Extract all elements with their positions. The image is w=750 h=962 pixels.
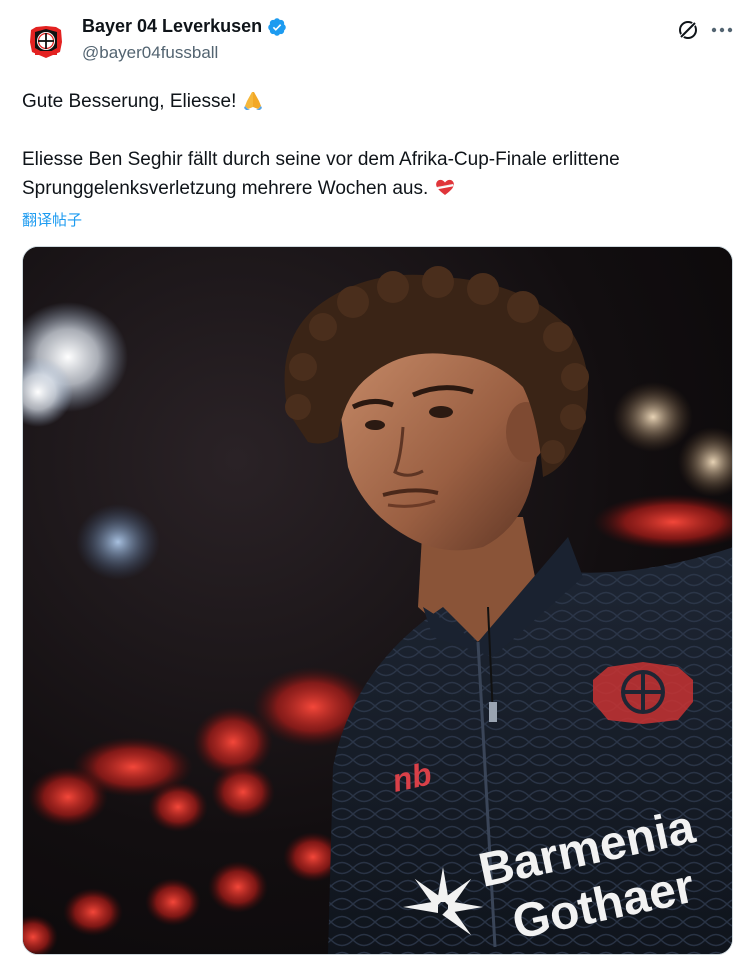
grok-icon[interactable] [676,18,700,42]
tweet-text: Gute Besserung, Eliesse! Eliesse Ben Seg… [22,87,732,203]
folded-hands-icon [242,89,264,111]
tweet-line-3: Sprunggelenksverletzung mehrere Wochen a… [22,174,732,203]
bayer-logo-icon [22,18,70,66]
author-display-name[interactable]: Bayer 04 Leverkusen [82,16,262,37]
author-avatar[interactable] [22,18,70,66]
tweet-line-2: Eliesse Ben Seghir fällt durch seine vor… [22,149,620,170]
author-handle[interactable]: @bayer04fussball [82,43,218,63]
verified-badge-icon [267,17,287,37]
player-photo: nb Barmenia Gothaer [23,247,732,954]
tweet-media-photo[interactable]: nb Barmenia Gothaer [22,246,733,955]
tweet-line-1-text: Gute Besserung, Eliesse! [22,91,237,112]
tweet-card: Bayer 04 Leverkusen @bayer04fussball Gut… [0,0,750,962]
mending-heart-icon [434,176,456,198]
tweet-line-3-text: Sprunggelenksverletzung mehrere Wochen a… [22,178,429,199]
more-options-icon[interactable] [710,18,734,42]
jersey-crest [593,662,693,724]
translate-post-link[interactable]: 翻译帖子 [22,209,82,230]
tweet-line-1: Gute Besserung, Eliesse! [22,87,732,116]
author-name-row: Bayer 04 Leverkusen [82,16,287,37]
